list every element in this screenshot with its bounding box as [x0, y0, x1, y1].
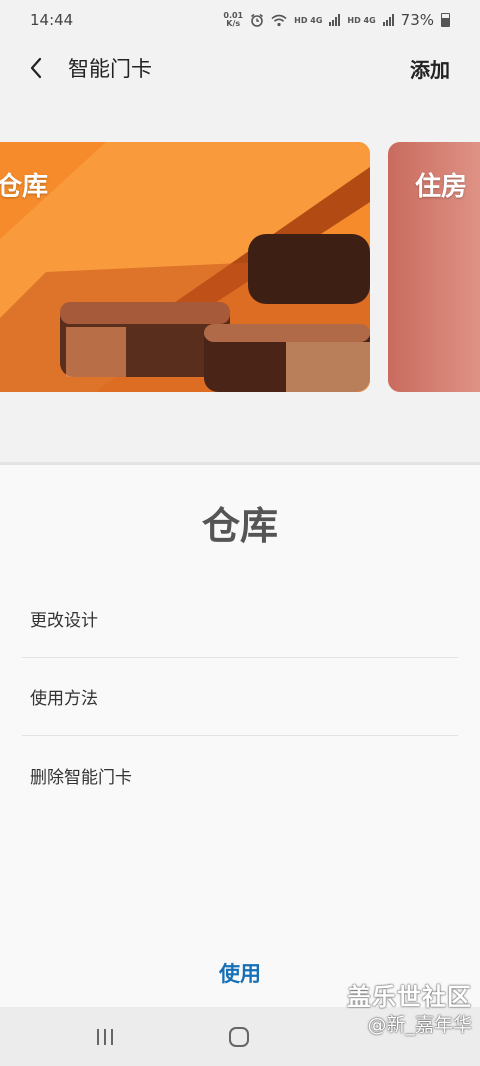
wifi-icon — [271, 14, 287, 26]
watermark-author: @新_嘉年华 — [367, 1014, 472, 1037]
home-icon — [229, 1026, 249, 1047]
card-warehouse[interactable]: 仓库 — [0, 142, 370, 392]
card-artwork — [0, 142, 370, 392]
network-indicator-1: HD 4G — [294, 15, 323, 25]
card-carousel[interactable]: 仓库 住房 — [0, 142, 480, 392]
delete-card-item[interactable]: 删除智能门卡 — [22, 736, 458, 814]
status-bar: 14:44 0.01 K/s HD 4G HD 4G 73% — [0, 0, 480, 40]
net-speed-unit: K/s — [226, 19, 241, 28]
network-indicator-2: HD 4G — [347, 15, 376, 25]
home-button[interactable] — [199, 1007, 279, 1066]
add-button[interactable]: 添加 — [410, 54, 450, 83]
watermark: 盖乐世社区 @新_嘉年华 — [347, 982, 472, 1038]
chevron-left-icon — [30, 57, 42, 79]
net-speed: 0.01 K/s — [223, 12, 243, 28]
recents-button[interactable] — [65, 1007, 145, 1066]
card-label-warehouse: 仓库 — [0, 172, 49, 202]
page-title: 智能门卡 — [68, 57, 152, 81]
signal-icon-2 — [382, 14, 394, 26]
status-time: 14:44 — [30, 11, 74, 29]
change-design-item[interactable]: 更改设计 — [22, 580, 458, 658]
app-bar: 智能门卡 添加 — [0, 40, 480, 96]
battery-percent: 73% — [400, 11, 434, 29]
recents-icon — [97, 1028, 113, 1045]
signal-icon-1 — [329, 14, 341, 26]
back-button[interactable] — [8, 40, 64, 96]
watermark-community: 盖乐世社区 — [347, 983, 472, 1011]
card-detail-sheet: 仓库 更改设计 使用方法 删除智能门卡 使用 — [0, 462, 480, 1007]
alarm-icon — [251, 13, 264, 27]
card-name-heading: 仓库 — [201, 504, 278, 548]
status-icons: 0.01 K/s HD 4G HD 4G 73% — [223, 11, 450, 29]
card-label-residence: 住房 — [415, 172, 468, 202]
card-residence[interactable]: 住房 — [388, 142, 480, 392]
usage-guide-item[interactable]: 使用方法 — [22, 658, 458, 736]
card-options-menu: 更改设计 使用方法 删除智能门卡 — [0, 580, 480, 814]
battery-icon — [441, 13, 450, 27]
